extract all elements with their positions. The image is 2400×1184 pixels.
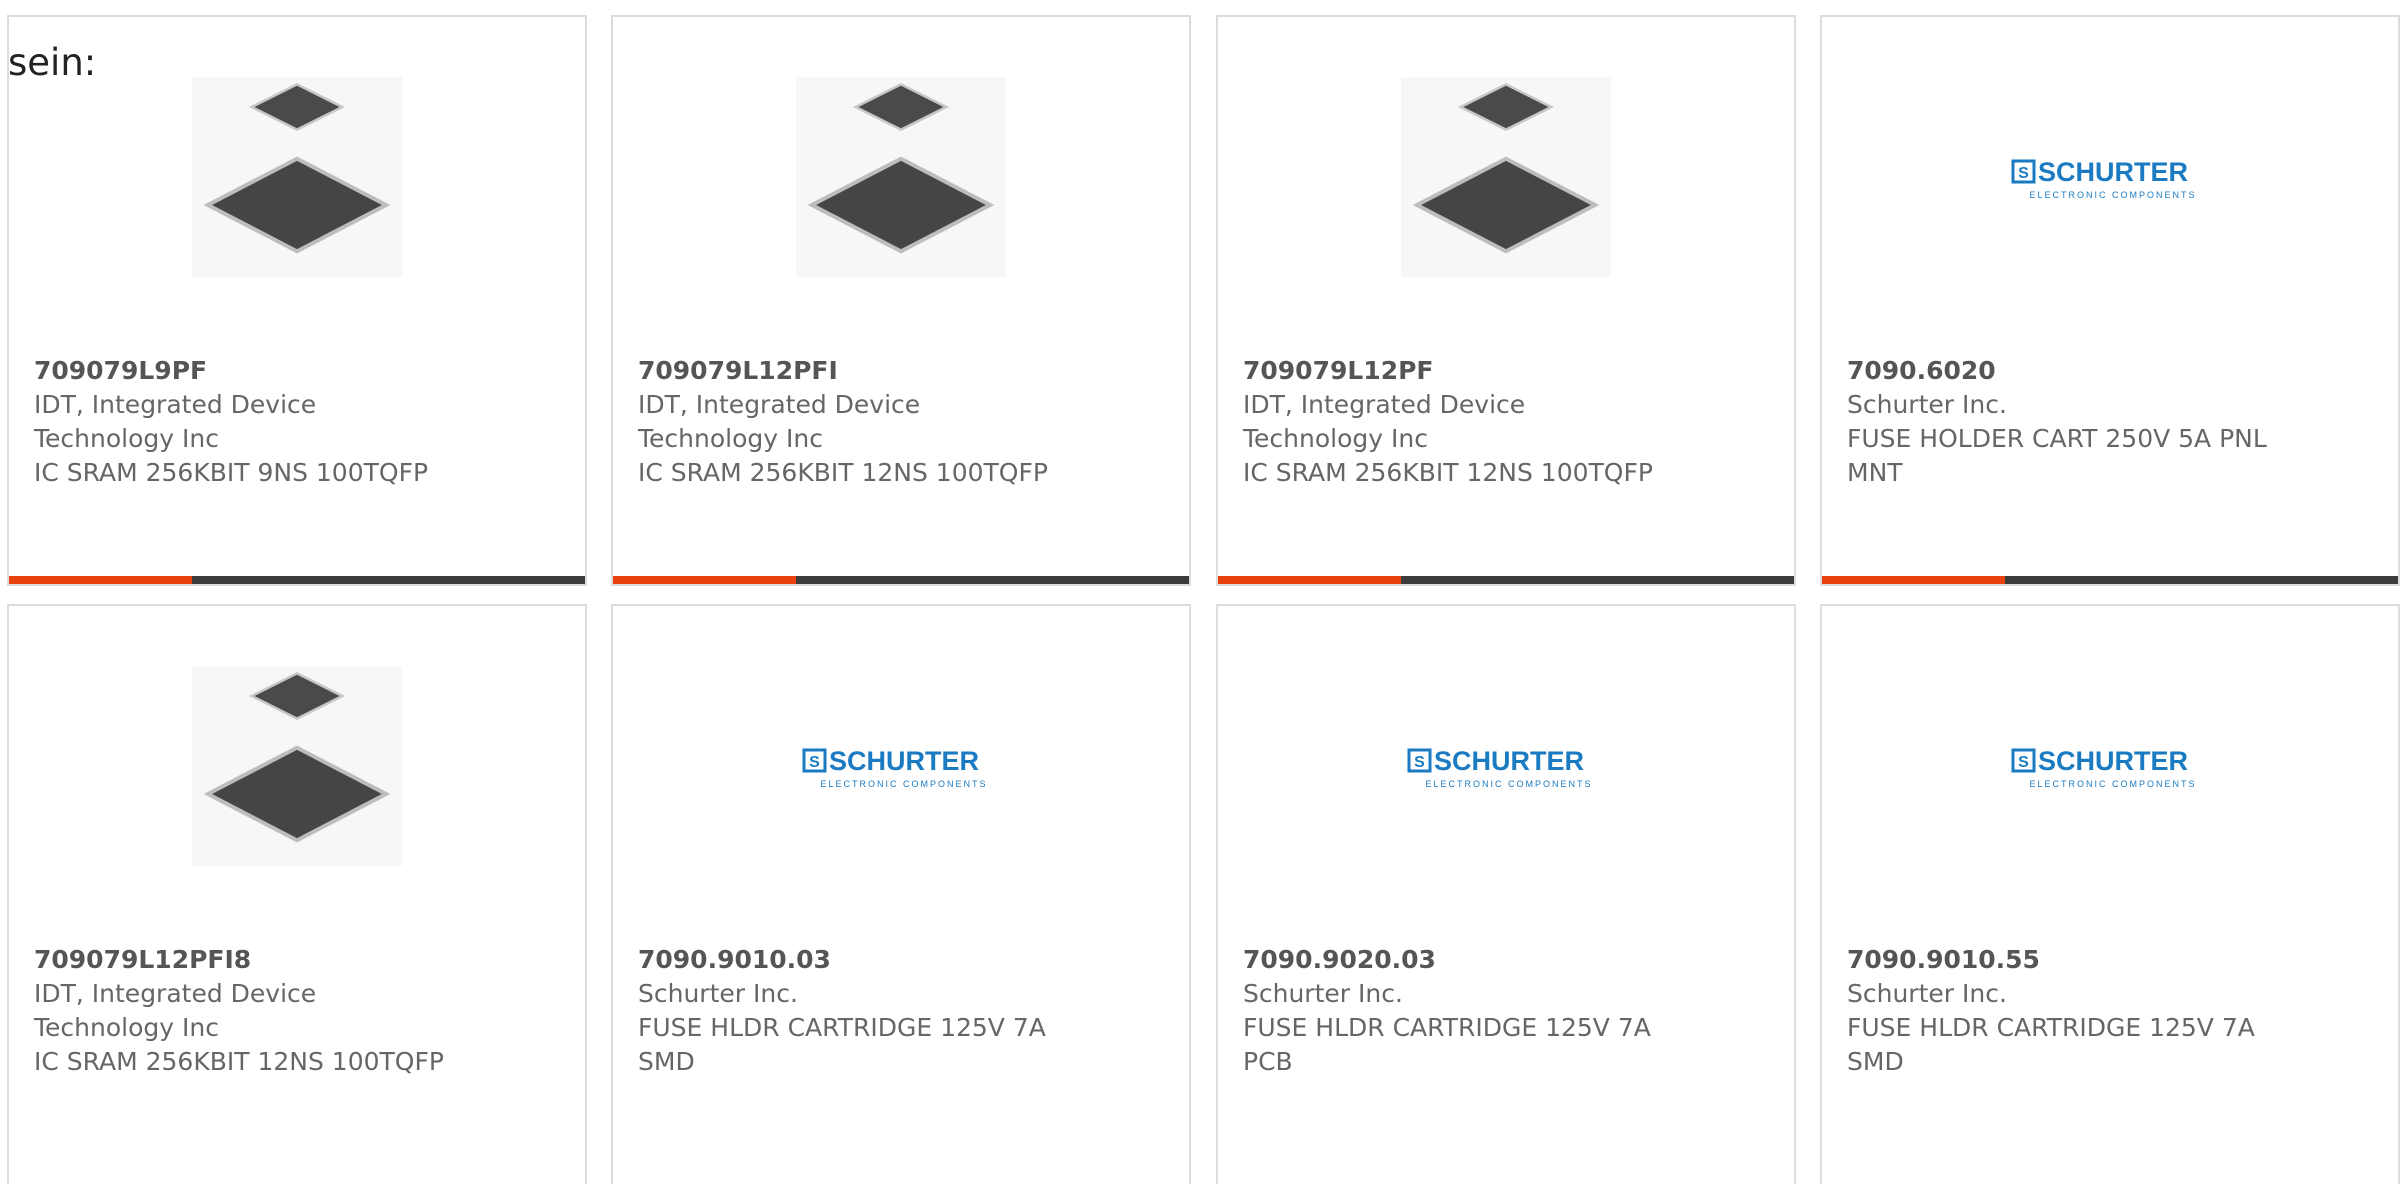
product-card[interactable]: 709079L12PFI IDT, Integrated Device Tech… — [611, 15, 1191, 586]
part-number[interactable]: 7090.9010.55 — [1847, 943, 2367, 977]
part-number[interactable]: 709079L12PFI8 — [34, 943, 554, 977]
manufacturer: Schurter Inc. — [1847, 390, 2007, 419]
product-info: 7090.6020 Schurter Inc. FUSE HOLDER CART… — [1847, 354, 2367, 490]
manufacturer: IDT, Integrated Device — [34, 390, 317, 419]
part-number[interactable]: 709079L12PF — [1243, 354, 1763, 388]
manufacturer: IDT, Integrated Device — [638, 390, 921, 419]
ic-chip-image — [1401, 77, 1611, 277]
product-image[interactable] — [613, 77, 1189, 277]
card-bottom-bar — [613, 576, 1189, 584]
part-number[interactable]: 7090.9020.03 — [1243, 943, 1763, 977]
manufacturer-cont: Technology Inc — [34, 424, 219, 453]
svg-text:S: S — [809, 754, 820, 771]
svg-text:SCHURTER: SCHURTER — [2038, 746, 2188, 776]
svg-text:SCHURTER: SCHURTER — [829, 746, 979, 776]
svg-text:S: S — [2018, 165, 2029, 182]
schurter-logo: S SCHURTER ELECTRONIC COMPONENTS — [2011, 157, 2196, 200]
schurter-logo: S SCHURTER ELECTRONIC COMPONENTS — [2011, 746, 2196, 789]
svg-text:S: S — [2018, 754, 2029, 771]
card-accent-bar — [1218, 576, 1401, 584]
card-accent-bar — [9, 576, 192, 584]
ic-chip-image — [192, 77, 402, 277]
product-info: 7090.9020.03 Schurter Inc. FUSE HLDR CAR… — [1243, 943, 1763, 1079]
manufacturer: IDT, Integrated Device — [1243, 390, 1526, 419]
manufacturer-cont: Technology Inc — [1243, 424, 1428, 453]
description-cont: PCB — [1243, 1047, 1293, 1076]
description-cont: MNT — [1847, 458, 1903, 487]
manufacturer: IDT, Integrated Device — [34, 979, 317, 1008]
manufacturer-cont: Technology Inc — [34, 1013, 219, 1042]
part-number[interactable]: 7090.6020 — [1847, 354, 2367, 388]
part-number[interactable]: 709079L9PF — [34, 354, 554, 388]
card-accent-bar — [613, 576, 796, 584]
description: FUSE HLDR CARTRIDGE 125V 7A — [638, 1013, 1046, 1042]
svg-text:ELECTRONIC COMPONENTS: ELECTRONIC COMPONENTS — [1425, 779, 1592, 789]
ic-chip-image — [192, 666, 402, 866]
svg-text:ELECTRONIC COMPONENTS: ELECTRONIC COMPONENTS — [2029, 779, 2196, 789]
description: FUSE HOLDER CART 250V 5A PNL — [1847, 424, 2267, 453]
description-cont: SMD — [1847, 1047, 1904, 1076]
product-card[interactable]: S SCHURTER ELECTRONIC COMPONENTS 7090.90… — [1216, 604, 1796, 1184]
description: IC SRAM 256KBIT 9NS 100TQFP — [34, 458, 429, 487]
ic-chip-image — [796, 77, 1006, 277]
card-bottom-bar — [1822, 576, 2398, 584]
manufacturer-cont: Technology Inc — [638, 424, 823, 453]
card-bottom-bar — [1218, 576, 1794, 584]
part-number[interactable]: 7090.9010.03 — [638, 943, 1158, 977]
card-bottom-bar — [9, 576, 585, 584]
svg-text:ELECTRONIC COMPONENTS: ELECTRONIC COMPONENTS — [2029, 190, 2196, 200]
schurter-logo: S SCHURTER ELECTRONIC COMPONENTS — [802, 746, 987, 789]
product-card[interactable]: 709079L12PF IDT, Integrated Device Techn… — [1216, 15, 1796, 586]
product-card[interactable]: 709079L12PFI8 IDT, Integrated Device Tec… — [7, 604, 587, 1184]
product-info: 7090.9010.03 Schurter Inc. FUSE HLDR CAR… — [638, 943, 1158, 1079]
product-image[interactable] — [9, 666, 585, 866]
product-info: 709079L12PFI8 IDT, Integrated Device Tec… — [34, 943, 554, 1079]
description: IC SRAM 256KBIT 12NS 100TQFP — [638, 458, 1048, 487]
product-image[interactable]: S SCHURTER ELECTRONIC COMPONENTS — [613, 666, 1189, 866]
product-info: 709079L9PF IDT, Integrated Device Techno… — [34, 354, 554, 490]
product-image[interactable] — [9, 77, 585, 277]
product-card[interactable]: S SCHURTER ELECTRONIC COMPONENTS 7090.90… — [1820, 604, 2400, 1184]
product-card[interactable]: 709079L9PF IDT, Integrated Device Techno… — [7, 15, 587, 586]
product-image[interactable]: S SCHURTER ELECTRONIC COMPONENTS — [1218, 666, 1794, 866]
product-card[interactable]: S SCHURTER ELECTRONIC COMPONENTS 7090.60… — [1820, 15, 2400, 586]
description: IC SRAM 256KBIT 12NS 100TQFP — [1243, 458, 1653, 487]
card-accent-bar — [1822, 576, 2005, 584]
part-number[interactable]: 709079L12PFI — [638, 354, 1158, 388]
product-card[interactable]: S SCHURTER ELECTRONIC COMPONENTS 7090.90… — [611, 604, 1191, 1184]
manufacturer: Schurter Inc. — [1847, 979, 2007, 1008]
product-grid: 709079L9PF IDT, Integrated Device Techno… — [7, 15, 2400, 1184]
product-info: 709079L12PF IDT, Integrated Device Techn… — [1243, 354, 1763, 490]
description: FUSE HLDR CARTRIDGE 125V 7A — [1847, 1013, 2255, 1042]
product-image[interactable]: S SCHURTER ELECTRONIC COMPONENTS — [1822, 77, 2398, 277]
product-info: 709079L12PFI IDT, Integrated Device Tech… — [638, 354, 1158, 490]
manufacturer: Schurter Inc. — [1243, 979, 1403, 1008]
svg-text:ELECTRONIC COMPONENTS: ELECTRONIC COMPONENTS — [820, 779, 987, 789]
description-cont: SMD — [638, 1047, 695, 1076]
intro-text: sein: — [8, 41, 97, 84]
schurter-logo: S SCHURTER ELECTRONIC COMPONENTS — [1407, 746, 1592, 789]
product-image[interactable]: S SCHURTER ELECTRONIC COMPONENTS — [1822, 666, 2398, 866]
svg-text:SCHURTER: SCHURTER — [1434, 746, 1584, 776]
svg-text:S: S — [1414, 754, 1425, 771]
product-image[interactable] — [1218, 77, 1794, 277]
manufacturer: Schurter Inc. — [638, 979, 798, 1008]
description: FUSE HLDR CARTRIDGE 125V 7A — [1243, 1013, 1651, 1042]
svg-text:SCHURTER: SCHURTER — [2038, 157, 2188, 187]
product-info: 7090.9010.55 Schurter Inc. FUSE HLDR CAR… — [1847, 943, 2367, 1079]
description: IC SRAM 256KBIT 12NS 100TQFP — [34, 1047, 444, 1076]
